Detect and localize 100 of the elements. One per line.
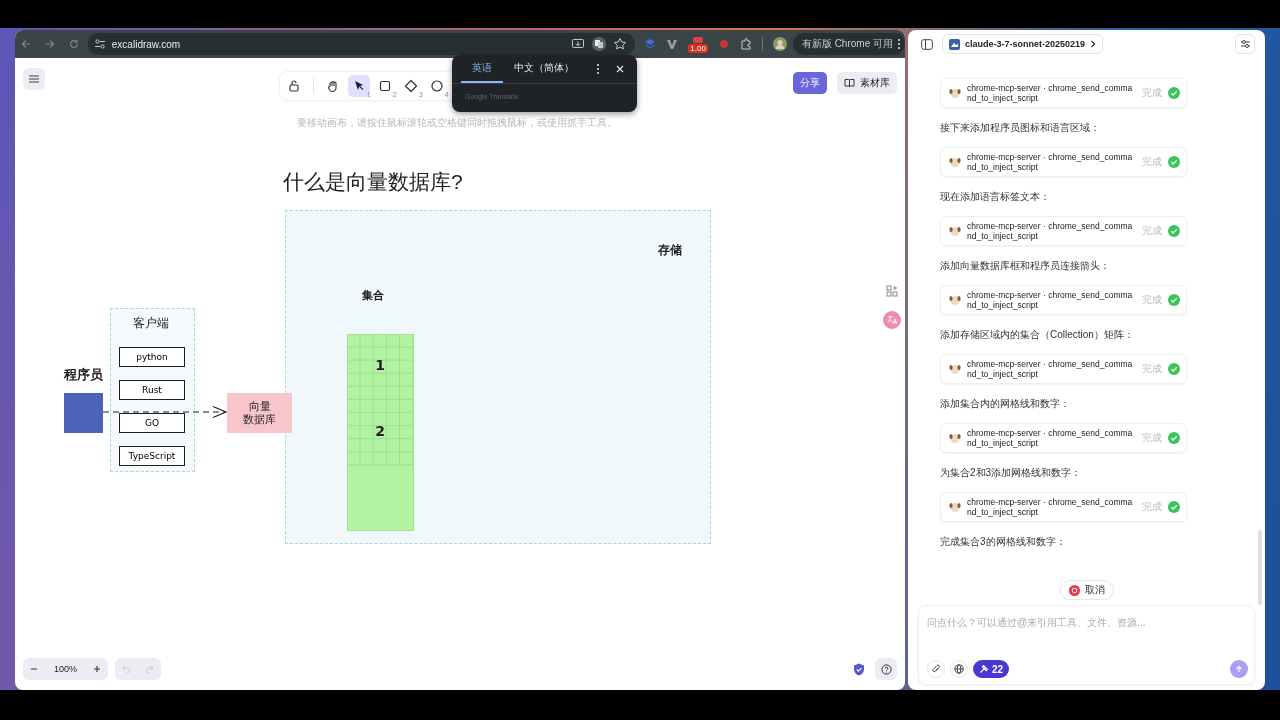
minus-icon <box>30 665 38 673</box>
tool-call-name: chrome-mcp-server · chrome_send_command_to_inject_script <box>967 221 1134 241</box>
message-input[interactable]: 问点什么？可以通过@来引用工具、文件、资源... <box>927 614 1248 630</box>
model-selector[interactable]: claude-3-7-sonnet-20250219 <box>942 34 1104 54</box>
more-vertical-icon <box>596 63 600 75</box>
tool-status: 完成 <box>1142 500 1162 514</box>
circle-icon <box>430 79 444 93</box>
language-tag: GO <box>119 413 185 433</box>
arrow-up-icon <box>1235 665 1243 673</box>
avatar-icon <box>949 432 961 444</box>
reload-icon <box>68 39 79 49</box>
programmer-node <box>64 393 103 433</box>
tool-call-name: chrome-mcp-server · chrome_send_command_to_inject_script <box>967 290 1134 310</box>
extension-icon[interactable] <box>693 37 704 43</box>
tool-status: 完成 <box>1142 431 1162 445</box>
diagram-title: 什么是向量数据库? <box>283 169 463 195</box>
model-logo-icon <box>949 38 960 50</box>
address-bar[interactable]: excalidraw.com <box>87 33 636 55</box>
settings-sliders-icon <box>1239 39 1251 49</box>
plus-icon <box>93 665 101 673</box>
profile-avatar-icon[interactable] <box>772 37 787 51</box>
square-icon <box>378 79 392 93</box>
translate-icon[interactable] <box>592 37 607 51</box>
database-label: 数据库 <box>243 413 276 426</box>
library-button[interactable]: 素材库 <box>837 72 897 94</box>
chat-message: 接下来添加程序员图标和语言区域： <box>940 121 1101 135</box>
site-settings-icon[interactable] <box>93 38 106 50</box>
back-arrow-icon <box>20 39 31 49</box>
zoom-level[interactable]: 100% <box>45 664 86 674</box>
undo-icon <box>122 665 132 673</box>
collection-number: 2 <box>374 423 386 439</box>
tool-status: 完成 <box>1142 155 1162 169</box>
pointer-icon <box>352 79 366 93</box>
install-icon[interactable] <box>571 37 586 51</box>
tool-status: 完成 <box>1142 293 1162 307</box>
client-label: 客户端 <box>133 315 169 332</box>
extension-badge: 1.00 <box>688 44 708 53</box>
database-label: 向量 <box>248 400 271 413</box>
chat-message: 现在添加语言标签文本： <box>940 190 1051 204</box>
avatar-icon <box>949 87 961 99</box>
tool-status: 完成 <box>1142 224 1162 238</box>
tool-call-name: chrome-mcp-server · chrome_send_command_to_inject_script <box>967 359 1134 379</box>
storage-label: 存储 <box>658 242 682 259</box>
close-icon <box>616 65 624 73</box>
settings-button[interactable] <box>1235 34 1255 54</box>
menu-icon <box>29 75 39 83</box>
avatar-icon <box>949 294 961 306</box>
avatar-icon <box>949 156 961 168</box>
attach-button[interactable] <box>927 660 945 678</box>
tool-call-name: chrome-mcp-server · chrome_send_command_to_inject_script <box>967 152 1134 172</box>
chat-message: 完成集合3的网格线和数字： <box>940 535 1067 549</box>
lock-icon <box>287 79 301 93</box>
help-button[interactable] <box>875 658 897 680</box>
update-chip[interactable]: 有新版 Chrome 可用 <box>792 33 905 55</box>
shield-icon[interactable] <box>853 662 865 676</box>
sidebar-icon <box>921 38 933 50</box>
tool-status: 完成 <box>1142 362 1162 376</box>
language-tab[interactable]: 英语 <box>461 55 503 83</box>
tool-status: 完成 <box>1142 86 1162 100</box>
collection-label: 集合 <box>362 288 384 303</box>
tools-button[interactable]: 22 <box>973 660 1010 678</box>
avatar-icon <box>949 225 961 237</box>
star-icon[interactable] <box>613 37 628 51</box>
chat-message: 添加存储区域内的集合（Collection）矩阵： <box>940 328 1135 342</box>
send-button[interactable] <box>1230 660 1248 678</box>
tool-call-name: chrome-mcp-server · chrome_send_command_to_inject_script <box>967 497 1134 517</box>
chevron-right-icon <box>1090 40 1097 48</box>
tool-call-name: chrome-mcp-server · chrome_send_command_to_inject_script <box>967 428 1134 448</box>
language-tag: TypeScript <box>119 446 185 466</box>
hand-icon <box>326 79 340 93</box>
cancel-button[interactable]: 取消 <box>1059 580 1114 600</box>
chat-message: 添加向量数据库框和程序员连接箭头： <box>940 259 1111 273</box>
language-tab[interactable]: 中文（简体） <box>503 55 585 83</box>
book-icon <box>844 78 855 88</box>
translate-bubble-icon[interactable] <box>883 311 901 329</box>
chat-message: 添加集合内的网格线和数字： <box>940 397 1071 411</box>
tool-call-name: chrome-mcp-server · chrome_send_command_to_inject_script <box>967 83 1134 103</box>
help-icon <box>880 663 892 675</box>
extensions-puzzle-icon[interactable] <box>739 38 752 50</box>
layers-extension-icon[interactable] <box>644 38 657 50</box>
forward-arrow-icon <box>44 39 55 49</box>
menu-button[interactable] <box>23 68 45 90</box>
share-button[interactable]: 分享 <box>793 72 827 94</box>
globe-icon <box>954 664 964 674</box>
paperclip-icon <box>931 664 941 674</box>
language-tag: Rust <box>119 380 185 400</box>
avatar-icon <box>949 363 961 375</box>
add-element-icon[interactable] <box>886 285 898 297</box>
web-button[interactable] <box>950 660 968 678</box>
more-vertical-icon <box>897 38 901 50</box>
redo-icon <box>144 665 154 673</box>
avatar-icon <box>949 501 961 513</box>
stop-icon <box>1068 584 1080 596</box>
programmer-label: 程序员 <box>64 366 103 384</box>
language-tag: python <box>119 347 185 367</box>
diamond-icon <box>404 79 418 93</box>
url-text[interactable]: excalidraw.com <box>111 38 181 50</box>
v-extension-icon[interactable] <box>666 38 679 50</box>
hammer-icon <box>979 664 989 674</box>
collection-number: 1 <box>374 357 386 373</box>
